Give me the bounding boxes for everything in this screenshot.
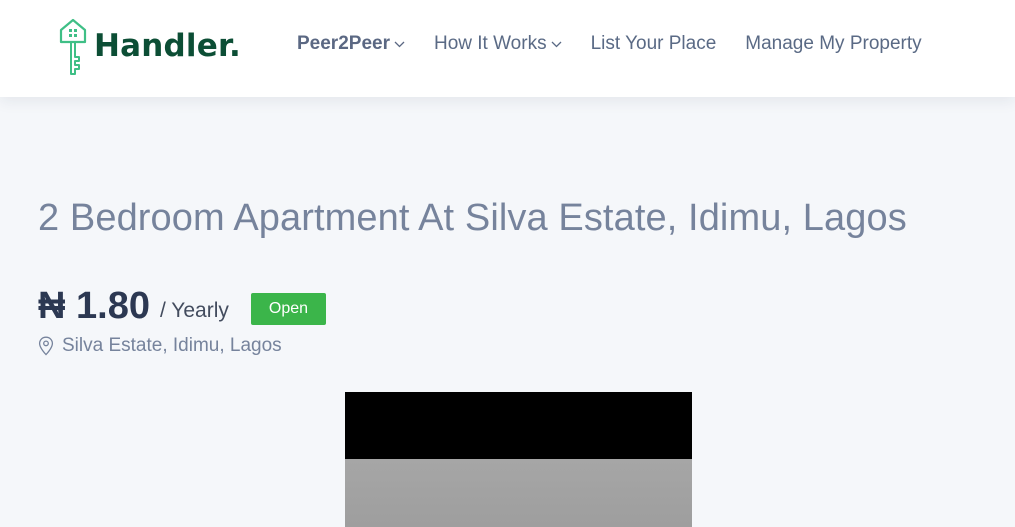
listing-location: Silva Estate, Idimu, Lagos — [38, 335, 282, 357]
nav-item-label: Manage My Property — [745, 33, 922, 54]
price-row: ₦ 1.80 / Yearly — [38, 281, 229, 327]
listing-price: ₦ 1.80 — [38, 285, 150, 327]
nav-item-label: List Your Place — [590, 33, 717, 54]
map-pin-icon — [38, 336, 54, 356]
nav-item-list-your-place[interactable]: List Your Place — [591, 33, 717, 55]
logo-link[interactable]: Handler. — [58, 18, 241, 78]
brand-name: Handler. — [94, 28, 242, 64]
key-house-icon — [59, 18, 87, 75]
main-nav: Peer2Peer How It Works List Your Place M… — [297, 33, 922, 55]
listing-photo[interactable] — [345, 392, 692, 527]
nav-item-label: How It Works — [433, 33, 547, 54]
photo-wall — [345, 459, 692, 527]
status-badge: Open — [251, 293, 326, 325]
nav-item-label: Peer2Peer — [297, 33, 390, 54]
chevron-down-icon — [551, 41, 562, 47]
listing-title: 2 Bedroom Apartment At Silva Estate, Idi… — [38, 197, 907, 239]
location-text: Silva Estate, Idimu, Lagos — [62, 335, 282, 356]
chevron-down-icon — [394, 41, 405, 47]
nav-item-peer2peer[interactable]: Peer2Peer — [297, 33, 405, 55]
nav-item-manage-my-property[interactable]: Manage My Property — [745, 33, 921, 55]
price-period: / Yearly — [159, 299, 229, 322]
photo-dark-band — [345, 392, 692, 459]
navbar: Handler. Peer2Peer How It Works List You… — [0, 0, 1015, 97]
nav-item-how-it-works[interactable]: How It Works — [434, 33, 562, 55]
